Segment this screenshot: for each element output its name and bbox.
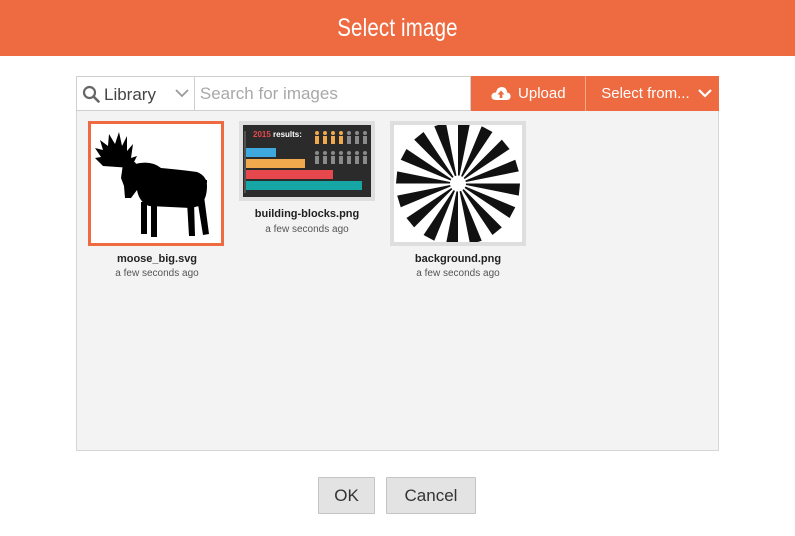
chevron-down-icon — [175, 89, 189, 98]
image-thumbnail[interactable]: 2015 results: — [239, 121, 375, 201]
svg-text:2015 results:: 2015 results: — [253, 130, 302, 139]
toolbar: Library Upload Select from... — [76, 76, 719, 111]
upload-button-label: Upload — [518, 85, 566, 102]
image-item-background[interactable]: background.png a few seconds ago — [378, 111, 538, 291]
upload-button[interactable]: Upload — [471, 76, 587, 111]
thumb-results-text: results: — [271, 130, 302, 139]
image-timestamp: a few seconds ago — [265, 224, 349, 235]
image-gallery: moose_big.svg a few seconds ago 2015 res… — [76, 111, 719, 451]
image-timestamp: a few seconds ago — [115, 268, 199, 279]
moose-image — [95, 132, 209, 237]
search-icon — [82, 85, 100, 103]
thumb-year-text: 2015 — [253, 130, 271, 139]
search-input[interactable] — [193, 76, 472, 111]
dialog-header: Select image — [0, 0, 795, 56]
dialog-title: Select image — [337, 13, 458, 42]
image-timestamp: a few seconds ago — [416, 268, 500, 279]
select-from-dropdown[interactable]: Select from... — [586, 76, 719, 111]
image-thumbnail[interactable] — [390, 121, 526, 246]
source-select[interactable]: Library — [76, 76, 194, 111]
sunburst-image — [396, 121, 520, 246]
image-item-building-blocks[interactable]: 2015 results: building-blocks.png a few … — [227, 111, 387, 241]
select-from-label: Select from... — [601, 85, 690, 102]
chevron-down-icon — [698, 89, 713, 98]
image-thumbnail[interactable] — [88, 121, 224, 246]
image-filename: background.png — [414, 253, 502, 265]
image-filename: building-blocks.png — [254, 208, 360, 220]
image-filename: moose_big.svg — [116, 253, 198, 265]
source-select-label: Library — [104, 85, 156, 104]
infographic-image: 2015 results: — [243, 125, 371, 197]
ok-button[interactable]: OK — [318, 477, 375, 514]
cancel-button[interactable]: Cancel — [386, 477, 476, 514]
cloud-upload-icon — [491, 87, 511, 100]
image-item-moose[interactable]: moose_big.svg a few seconds ago — [77, 111, 237, 291]
